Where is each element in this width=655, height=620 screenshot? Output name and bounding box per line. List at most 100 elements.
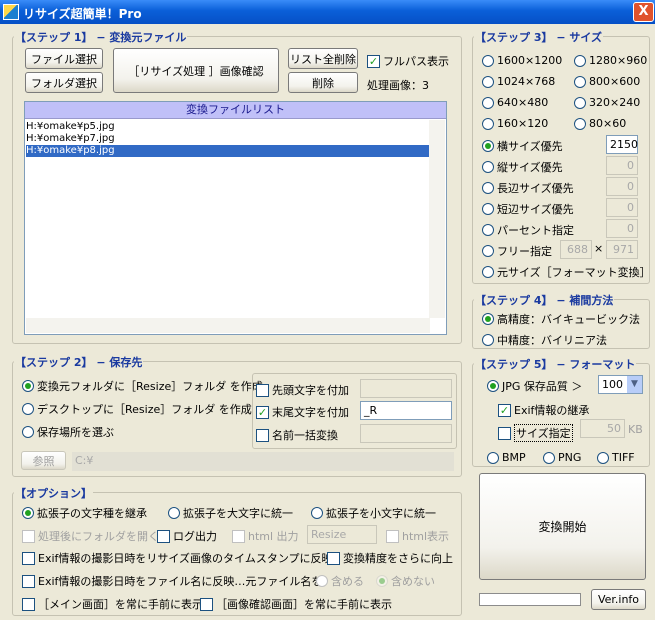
open-folder-checkbox[interactable]: 処理後にフォルダを開く — [22, 528, 159, 544]
step1-title: 【ステップ 1】 − 変換元ファイル — [14, 29, 188, 45]
html-show-checkbox[interactable]: html表示 — [386, 528, 449, 544]
list-item[interactable]: H:¥omake¥p7.jpg — [26, 133, 430, 145]
clear-all-button[interactable]: リスト全削除 — [288, 48, 358, 69]
fullpath-checkbox[interactable]: ✓ フルパス表示 — [367, 53, 449, 69]
html-output-checkbox[interactable]: html 出力 — [232, 528, 299, 544]
ext-lower-label: 拡張子を小文字に統一 — [326, 507, 436, 520]
exif-timestamp-checkbox[interactable]: Exif情報の撮影日時をリサイズ画像のタイムスタンプに反映 — [22, 550, 333, 566]
fullpath-label: フルパス表示 — [383, 55, 449, 68]
prefix-input[interactable] — [360, 379, 452, 398]
size-label: 800×600 — [589, 75, 641, 88]
log-label: ログ出力 — [173, 530, 217, 543]
original-size-radio[interactable]: 元サイズ［フォーマット変換］ — [482, 264, 651, 280]
free-size-label: フリー指定 — [497, 245, 552, 258]
free-size-radio[interactable]: フリー指定 — [482, 243, 552, 259]
jpg-radio[interactable]: JPG 保存品質 ＞ — [487, 378, 582, 394]
quality-value: 100 — [602, 378, 623, 391]
file-select-button[interactable]: ファイル選択 — [25, 48, 103, 69]
ext-lower-radio[interactable]: 拡張子を小文字に統一 — [311, 505, 436, 521]
version-info-button[interactable]: Ver.info — [591, 589, 646, 610]
percent-radio[interactable]: パーセント指定 — [482, 222, 574, 238]
close-button[interactable]: X — [633, 2, 654, 22]
save-option-choose[interactable]: 保存場所を選ぶ — [22, 424, 114, 440]
file-list[interactable]: 変換ファイルリスト H:¥omake¥p5.jpg H:¥omake¥p7.jp… — [24, 101, 447, 335]
short-side-radio[interactable]: 短辺サイズ優先 — [482, 201, 574, 217]
long-side-input[interactable]: 0 — [606, 177, 638, 196]
folder-select-button[interactable]: フォルダ選択 — [25, 72, 103, 93]
exclude-radio[interactable]: 含めない — [376, 573, 435, 589]
size-80[interactable]: 80×60 — [574, 117, 626, 130]
list-header: 変換ファイルリスト — [25, 102, 446, 119]
size-label: 320×240 — [589, 96, 641, 109]
percent-input[interactable]: 0 — [606, 219, 638, 238]
bmp-radio[interactable]: BMP — [487, 451, 526, 464]
free-height-input[interactable]: 971 — [606, 240, 638, 259]
vertical-scrollbar[interactable] — [429, 120, 445, 318]
rename-input[interactable] — [360, 424, 452, 443]
height-priority-radio[interactable]: 縦サイズ優先 — [482, 159, 563, 175]
prefix-checkbox[interactable]: 先頭文字を付加 — [256, 382, 349, 398]
tiff-label: TIFF — [612, 451, 635, 464]
save-option-label: 変換元フォルダに［Resize］フォルダ を作成 — [37, 380, 263, 393]
width-input[interactable]: 2150 — [606, 135, 638, 154]
suffix-input[interactable]: _R — [360, 401, 452, 420]
start-button[interactable]: 変換開始 — [479, 473, 646, 580]
delete-button[interactable]: 削除 — [288, 72, 358, 93]
ext-keep-label: 拡張子の文字種を継承 — [37, 507, 147, 520]
main-top-checkbox[interactable]: ［メイン画面］を常に手前に表示 — [22, 596, 203, 612]
check-top-checkbox[interactable]: ［画像確認画面］を常に手前に表示 — [200, 596, 392, 612]
step3-title: 【ステップ 3】 − サイズ — [474, 29, 604, 45]
ext-keep-radio[interactable]: 拡張子の文字種を継承 — [22, 505, 147, 521]
chevron-down-icon[interactable]: ▼ — [627, 376, 642, 393]
prefix-label: 先頭文字を付加 — [272, 384, 349, 397]
size-320[interactable]: 320×240 — [574, 96, 640, 109]
bilinear-radio[interactable]: 中精度：バイリニア法 — [482, 332, 607, 348]
list-item-selected[interactable]: H:¥omake¥p8.jpg — [26, 145, 430, 157]
size-160[interactable]: 160×120 — [482, 117, 548, 130]
height-input[interactable]: 0 — [606, 156, 638, 175]
ext-upper-label: 拡張子を大文字に統一 — [183, 507, 293, 520]
quality-select[interactable]: 100 ▼ — [598, 375, 643, 394]
exif-filename-checkbox[interactable]: Exif情報の撮影日時をファイル名に反映…元ファイル名を — [22, 573, 322, 589]
bilinear-label: 中精度：バイリニア法 — [497, 334, 607, 347]
rename-checkbox[interactable]: 名前一括変換 — [256, 427, 338, 443]
step4-title: 【ステップ 4】 − 補間方法 — [474, 292, 615, 308]
image-count: 処理画像：3 — [367, 79, 429, 92]
ext-upper-radio[interactable]: 拡張子を大文字に統一 — [168, 505, 293, 521]
include-radio[interactable]: 含める — [316, 573, 364, 589]
log-checkbox[interactable]: ログ出力 — [157, 528, 217, 544]
browse-button[interactable]: 参照 — [21, 451, 66, 470]
exclude-label: 含めない — [391, 575, 435, 588]
size-spec-input[interactable]: 50 — [580, 419, 625, 438]
preview-button[interactable]: ［リサイズ処理 ］画像確認 — [113, 48, 279, 93]
suffix-checkbox[interactable]: ✓ 末尾文字を付加 — [256, 404, 349, 420]
width-priority-radio[interactable]: 横サイズ優先 — [482, 138, 563, 154]
png-label: PNG — [558, 451, 582, 464]
exif-keep-checkbox[interactable]: ✓ Exif情報の継承 — [498, 402, 589, 418]
png-radio[interactable]: PNG — [543, 451, 581, 464]
kb-label: KB — [628, 423, 643, 436]
save-option-desktop[interactable]: デスクトップに［Resize］フォルダ を作成 — [22, 401, 252, 417]
save-option-source-folder[interactable]: 変換元フォルダに［Resize］フォルダ を作成 — [22, 378, 263, 394]
bmp-label: BMP — [502, 451, 526, 464]
size-1024[interactable]: 1024×768 — [482, 75, 555, 88]
size-spec-checkbox[interactable]: サイズ指定 — [498, 424, 573, 442]
size-640[interactable]: 640×480 — [482, 96, 548, 109]
size-label: 160×120 — [497, 117, 549, 130]
precision-label: 変換精度をさらに向上 — [343, 552, 453, 565]
short-side-input[interactable]: 0 — [606, 198, 638, 217]
list-item[interactable]: H:¥omake¥p5.jpg — [26, 121, 430, 133]
tiff-radio[interactable]: TIFF — [597, 451, 635, 464]
original-size-label: 元サイズ［フォーマット変換］ — [497, 266, 651, 279]
bicubic-radio[interactable]: 高精度：バイキュービック法 — [482, 311, 640, 327]
horizontal-scrollbar[interactable] — [26, 318, 430, 333]
size-1600[interactable]: 1600×1200 — [482, 54, 562, 67]
long-side-radio[interactable]: 長辺サイズ優先 — [482, 180, 574, 196]
free-width-input[interactable]: 688 — [560, 240, 592, 259]
size-800[interactable]: 800×600 — [574, 75, 640, 88]
size-label: 80×60 — [589, 117, 627, 130]
size-1280[interactable]: 1280×960 — [574, 54, 647, 67]
exif-keep-label: Exif情報の継承 — [514, 404, 590, 417]
precision-checkbox[interactable]: 変換精度をさらに向上 — [327, 550, 453, 566]
html-name-input[interactable]: Resize — [307, 525, 377, 544]
